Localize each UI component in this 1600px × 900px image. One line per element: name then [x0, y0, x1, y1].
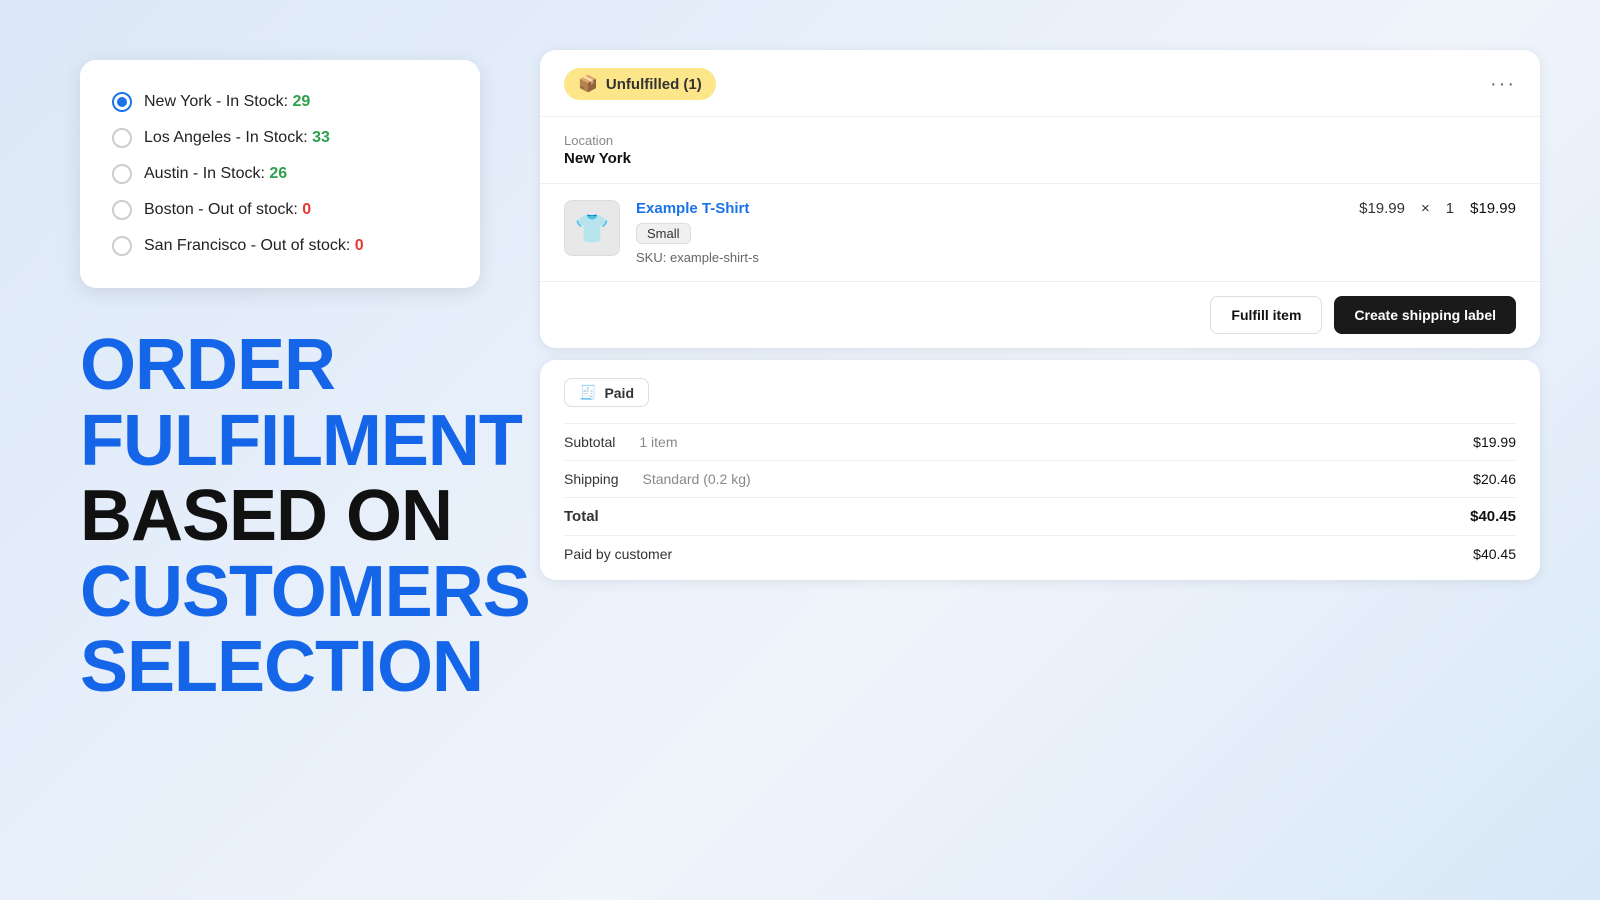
payment-row-amount: $20.46	[1473, 471, 1516, 487]
item-total: $19.99	[1470, 200, 1516, 217]
order-item-row: 👕 Example T-Shirt Small SKU: example-shi…	[540, 184, 1540, 281]
headline-line1: ORDER	[80, 328, 530, 404]
paid-icon: 🧾	[579, 384, 596, 401]
payment-row: Total $40.45	[564, 497, 1516, 535]
fulfill-item-button[interactable]: Fulfill item	[1210, 296, 1322, 334]
order-card-header: 📦 Unfulfilled (1) ···	[540, 50, 1540, 116]
location-label: Location	[564, 133, 1516, 148]
payment-row: ShippingStandard (0.2 kg)$20.46	[564, 460, 1516, 497]
location-item-label: New York - In Stock: 29	[144, 93, 310, 111]
headline-line3: BASED ON	[80, 479, 530, 555]
payment-row-label: Subtotal	[564, 434, 615, 450]
payment-row-desc: 1 item	[615, 434, 1473, 450]
payment-row-label: Paid by customer	[564, 546, 672, 562]
payment-row-desc: Standard (0.2 kg)	[619, 471, 1474, 487]
unfulfilled-badge: 📦 Unfulfilled (1)	[564, 68, 716, 100]
payment-row: Paid by customer $40.45	[564, 535, 1516, 572]
radio-button[interactable]	[112, 92, 132, 112]
location-item-label: Austin - In Stock: 26	[144, 165, 287, 183]
payment-row-amount: $40.45	[1470, 508, 1516, 525]
radio-button[interactable]	[112, 200, 132, 220]
location-item[interactable]: Boston - Out of stock: 0	[112, 192, 448, 228]
item-variant: Small	[636, 223, 691, 244]
location-item[interactable]: San Francisco - Out of stock: 0	[112, 228, 448, 264]
item-quantity: 1	[1446, 200, 1454, 217]
item-sku: SKU: example-shirt-s	[636, 250, 1343, 265]
right-panel: 📦 Unfulfilled (1) ··· Location New York …	[540, 0, 1600, 900]
paid-badge: 🧾 Paid	[564, 378, 649, 407]
item-name[interactable]: Example T-Shirt	[636, 200, 1343, 217]
payment-row: Subtotal1 item$19.99	[564, 423, 1516, 460]
item-pricing: $19.99 × 1	[1359, 200, 1454, 217]
unfulfilled-icon: 📦	[578, 74, 598, 94]
payment-row-label: Total	[564, 508, 599, 525]
location-item[interactable]: Los Angeles - In Stock: 33	[112, 120, 448, 156]
order-card: 📦 Unfulfilled (1) ··· Location New York …	[540, 50, 1540, 348]
item-icon: 👕	[575, 212, 610, 245]
action-bar: Fulfill item Create shipping label	[540, 281, 1540, 348]
sku-value: example-shirt-s	[670, 250, 759, 265]
item-unit-price: $19.99	[1359, 200, 1405, 217]
create-shipping-label-button[interactable]: Create shipping label	[1334, 296, 1516, 334]
headline: ORDER FULFILMENT BASED ON CUSTOMERS SELE…	[80, 328, 530, 706]
item-details: Example T-Shirt Small SKU: example-shirt…	[636, 200, 1343, 265]
payment-header: 🧾 Paid	[540, 360, 1540, 423]
sku-label: SKU:	[636, 250, 666, 265]
multiplier-icon: ×	[1421, 200, 1430, 217]
location-item[interactable]: Austin - In Stock: 26	[112, 156, 448, 192]
location-value: New York	[564, 150, 1516, 167]
location-item-label: San Francisco - Out of stock: 0	[144, 237, 364, 255]
item-thumbnail: 👕	[564, 200, 620, 256]
unfulfilled-label: Unfulfilled (1)	[606, 76, 702, 93]
location-item-label: Boston - Out of stock: 0	[144, 201, 311, 219]
location-item[interactable]: New York - In Stock: 29	[112, 84, 448, 120]
left-panel: New York - In Stock: 29 Los Angeles - In …	[0, 0, 540, 900]
payment-row-amount: $40.45	[1473, 546, 1516, 562]
radio-button[interactable]	[112, 236, 132, 256]
headline-line2: FULFILMENT	[80, 404, 530, 480]
payment-row-amount: $19.99	[1473, 434, 1516, 450]
headline-line5: SELECTION	[80, 630, 530, 706]
radio-button[interactable]	[112, 128, 132, 148]
more-options-button[interactable]: ···	[1490, 73, 1516, 96]
paid-label: Paid	[604, 385, 634, 401]
payment-rows: Subtotal1 item$19.99ShippingStandard (0.…	[540, 423, 1540, 580]
location-item-label: Los Angeles - In Stock: 33	[144, 129, 330, 147]
payment-row-label: Shipping	[564, 471, 619, 487]
headline-line4: CUSTOMERS	[80, 555, 530, 631]
radio-button[interactable]	[112, 164, 132, 184]
payment-card: 🧾 Paid Subtotal1 item$19.99ShippingStand…	[540, 360, 1540, 580]
location-card: New York - In Stock: 29 Los Angeles - In …	[80, 60, 480, 288]
location-section: Location New York	[540, 117, 1540, 183]
